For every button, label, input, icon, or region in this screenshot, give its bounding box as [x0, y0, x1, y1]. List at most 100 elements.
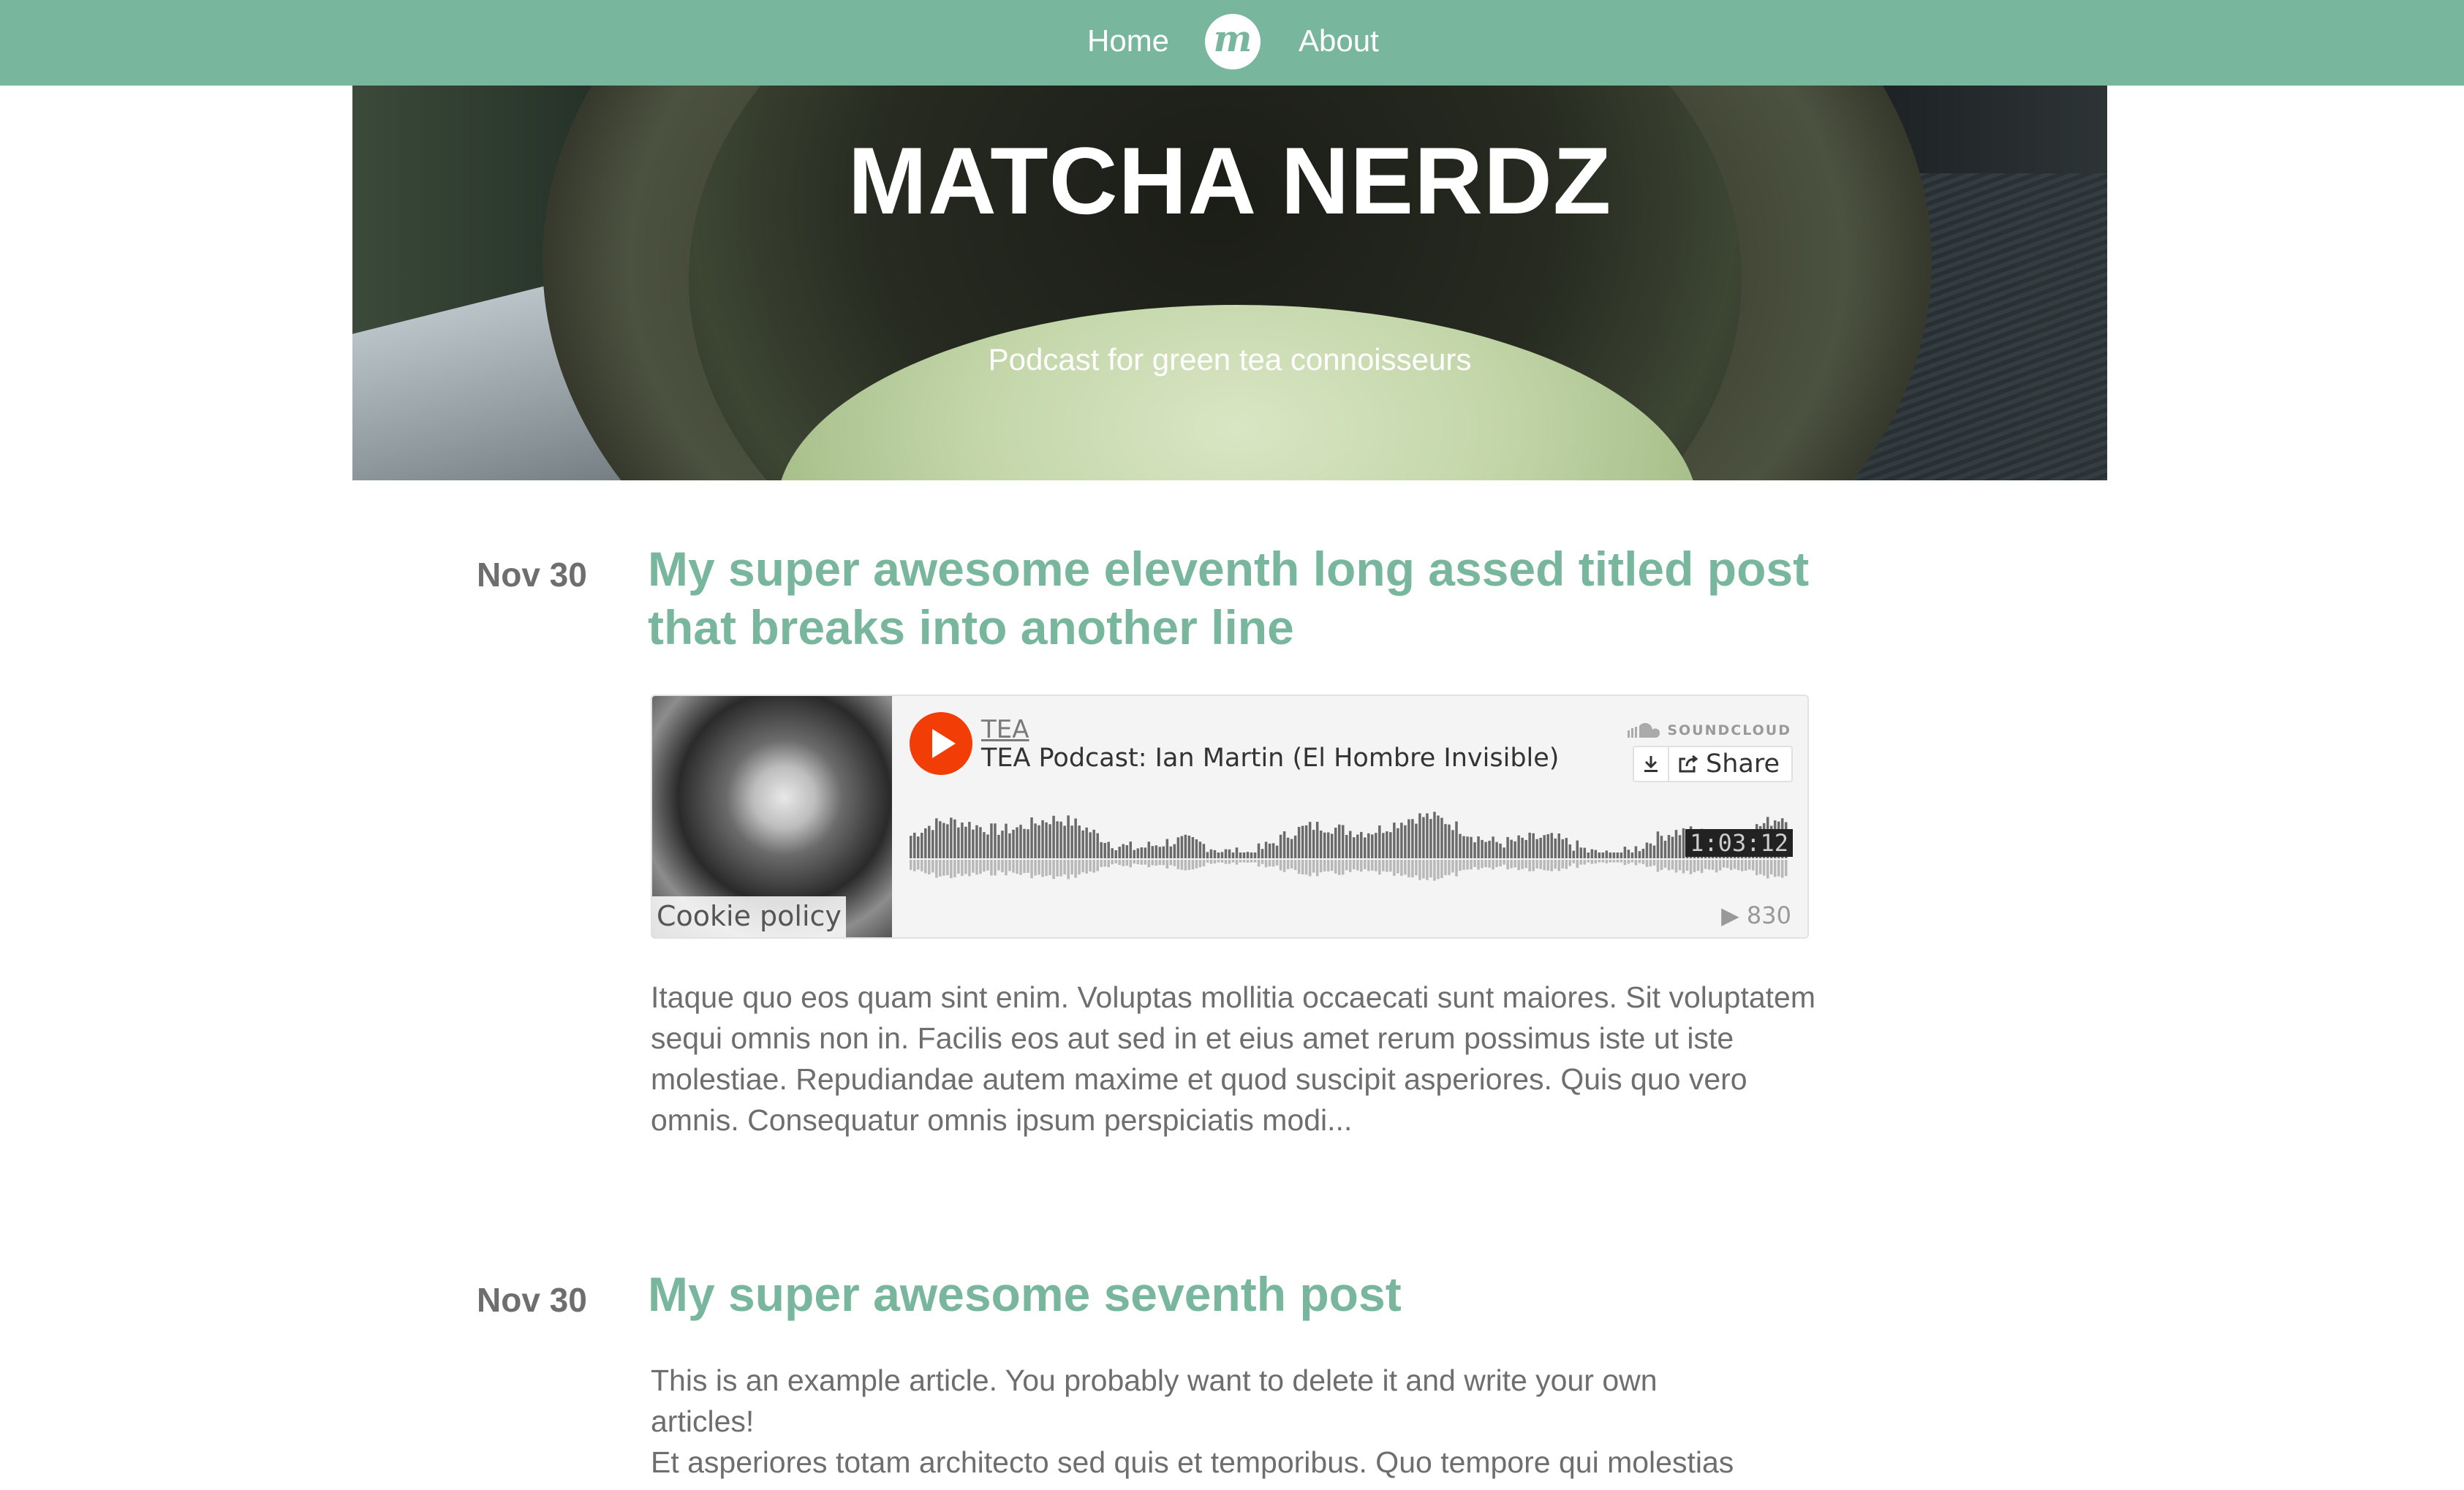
waveform-bar [997, 834, 1000, 858]
waveform-bar [1176, 837, 1180, 858]
waveform-bar-reflection [1426, 860, 1429, 880]
waveform-bar-reflection [913, 860, 916, 871]
waveform-bar [1422, 817, 1425, 858]
waveform-bar [1151, 846, 1154, 858]
soundcloud-brand[interactable]: SOUNDCLOUD [1628, 722, 1791, 738]
waveform-bar-reflection [1492, 860, 1494, 870]
download-button[interactable] [1634, 747, 1669, 781]
waveform-bar [1111, 848, 1114, 858]
waveform-bar [1546, 833, 1549, 858]
waveform-bar [1056, 821, 1059, 858]
waveform-bar [1554, 838, 1557, 858]
play-icon [932, 729, 956, 758]
post-title-link[interactable]: My super awesome seventh post [648, 1265, 1818, 1323]
share-label: Share [1705, 749, 1780, 779]
play-button[interactable] [910, 712, 972, 775]
waveform-bar-reflection [1286, 860, 1290, 869]
waveform-bar [1378, 825, 1381, 858]
waveform-bar [1078, 825, 1081, 858]
waveform-bar-reflection [1012, 860, 1015, 873]
waveform-bar [1492, 836, 1494, 858]
waveform-bar-reflection [1165, 860, 1169, 869]
waveform-bar-reflection [1081, 860, 1084, 873]
waveform-bar [1118, 847, 1121, 858]
waveform-bar [1059, 821, 1062, 858]
waveform-bar-reflection [1437, 860, 1440, 880]
waveform-bar [1583, 847, 1587, 858]
waveform[interactable] [910, 806, 1788, 886]
waveform-bar [1345, 835, 1348, 858]
waveform-bar-reflection [1736, 860, 1740, 871]
waveform-bar-reflection [1030, 860, 1033, 879]
waveform-bar [1609, 852, 1612, 858]
waveform-bar [1389, 832, 1392, 858]
waveform-bar [1499, 843, 1502, 858]
waveform-bar [1323, 832, 1326, 858]
waveform-bar [1488, 840, 1491, 858]
waveform-bar-reflection [1224, 860, 1228, 864]
waveform-bar-reflection [1572, 860, 1576, 863]
waveform-bar-reflection [1253, 860, 1257, 863]
waveform-bar-reflection [1539, 860, 1542, 869]
waveform-bar [1304, 825, 1308, 858]
waveform-bar [1250, 852, 1253, 858]
waveform-bar-reflection [935, 860, 938, 878]
site-logo[interactable]: m [1205, 14, 1261, 69]
share-button[interactable]: Share [1669, 747, 1791, 781]
waveform-bar [1191, 836, 1195, 858]
waveform-bar-reflection [1198, 860, 1202, 868]
waveform-bar-reflection [1107, 860, 1110, 868]
waveform-bar-reflection [1129, 860, 1133, 868]
waveform-bar-reflection [1411, 860, 1414, 878]
waveform-bar-reflection [1583, 860, 1587, 865]
player-actions: Share [1632, 746, 1793, 782]
waveform-bar [1173, 844, 1176, 858]
waveform-bar [961, 822, 964, 858]
waveform-bar-reflection [1250, 860, 1253, 863]
waveform-bar-reflection [983, 860, 986, 872]
waveform-bar-reflection [1506, 860, 1509, 870]
waveform-bar-reflection [1784, 860, 1788, 877]
waveform-bar [1364, 837, 1367, 858]
waveform-bar-reflection [1481, 860, 1484, 869]
waveform-bar-reflection [1598, 860, 1601, 863]
waveform-bar [1565, 838, 1568, 858]
waveform-bar [1326, 832, 1330, 858]
nav-about-link[interactable]: About [1299, 20, 1379, 61]
cookie-policy-link[interactable]: Cookie policy [652, 896, 846, 937]
waveform-bar-reflection [1169, 860, 1173, 866]
waveform-bar [1652, 845, 1656, 858]
waveform-bar [1337, 824, 1341, 858]
waveform-bar [1649, 843, 1652, 858]
waveform-bar [1386, 831, 1388, 858]
waveform-bar [953, 819, 956, 858]
waveform-bar [1184, 834, 1187, 858]
site-title: MATCHA NERDZ [847, 127, 1612, 234]
track-artwork[interactable]: Cookie policy [652, 696, 892, 937]
waveform-bar [1103, 842, 1106, 858]
waveform-bar-reflection [1477, 860, 1480, 870]
waveform-bar-reflection [924, 860, 927, 874]
waveform-bar [1096, 833, 1099, 858]
waveform-bar [1634, 846, 1638, 858]
track-title-link[interactable]: TEA Podcast: Ian Martin (El Hombre Invis… [981, 741, 1559, 775]
waveform-bar-reflection [1418, 860, 1421, 880]
waveform-bar [1433, 812, 1436, 858]
waveform-bar-reflection [1353, 860, 1356, 869]
track-artist-link[interactable]: TEA [981, 715, 1029, 744]
waveform-bar [1517, 835, 1520, 858]
waveform-bar [1429, 819, 1432, 858]
play-count: ▶ 830 [1721, 901, 1791, 929]
waveform-bar [1180, 836, 1184, 858]
nav-home-link[interactable]: Home [1087, 20, 1169, 61]
waveform-bar-reflection [1319, 860, 1323, 873]
post-title-link[interactable]: My super awesome eleventh long assed tit… [648, 540, 1818, 657]
waveform-bar [1122, 844, 1125, 858]
waveform-bar [1334, 828, 1337, 858]
waveform-bar [1587, 852, 1590, 858]
waveform-bar-reflection [1557, 860, 1560, 871]
waveform-bar [928, 825, 931, 858]
waveform-bar [1674, 830, 1678, 858]
waveform-bar-reflection [1667, 860, 1671, 871]
waveform-bar [1418, 813, 1421, 858]
